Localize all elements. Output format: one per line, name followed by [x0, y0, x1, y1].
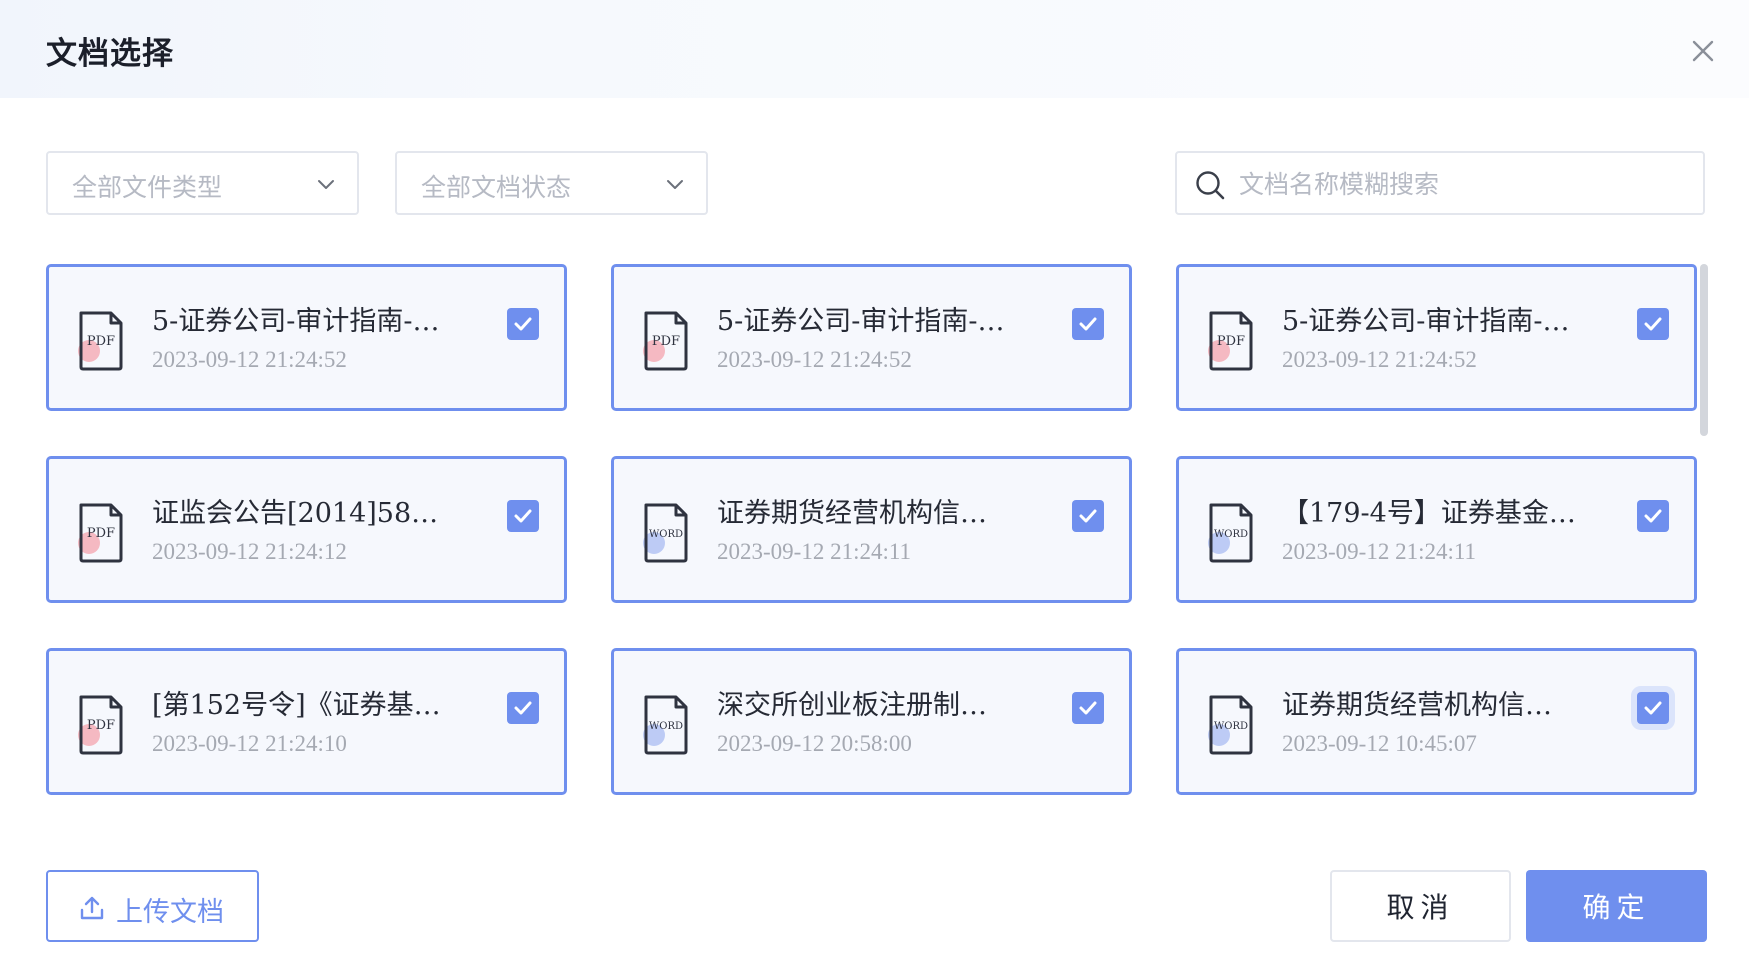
scrollbar-thumb[interactable]	[1700, 264, 1708, 436]
close-icon	[1692, 40, 1714, 62]
document-checkbox[interactable]	[1072, 692, 1104, 724]
cancel-button[interactable]: 取消	[1330, 870, 1511, 942]
upload-document-button[interactable]: 上传文档	[46, 870, 259, 942]
check-icon	[1079, 701, 1097, 715]
document-time: 2023-09-12 21:24:12	[152, 539, 347, 564]
document-name: 【179-4号】证券基金…	[1282, 498, 1576, 529]
check-icon	[1079, 317, 1097, 331]
dialog-title: 文档选择	[46, 36, 174, 72]
check-icon	[1644, 509, 1662, 523]
document-checkbox[interactable]	[1072, 500, 1104, 532]
document-name: 5-证券公司-审计指南-…	[1282, 306, 1570, 337]
document-card[interactable]: PDF [第152号令]《证券基… 2023-09-12 21:24:10	[46, 648, 567, 795]
check-icon	[514, 509, 532, 523]
upload-label: 上传文档	[116, 897, 224, 928]
pdf-file-icon: PDF	[1208, 311, 1253, 371]
document-card[interactable]: PDF 5-证券公司-审计指南-… 2023-09-12 21:24:52	[46, 264, 567, 411]
chevron-down-icon	[667, 180, 683, 189]
document-card[interactable]: PDF 证监会公告[2014]58号… 2023-09-12 21:24:12	[46, 456, 567, 603]
svg-text:PDF: PDF	[652, 334, 680, 349]
document-name: 证券期货经营机构信…	[1282, 690, 1552, 721]
svg-text:WORD: WORD	[1214, 721, 1248, 732]
pdf-file-icon: PDF	[643, 311, 688, 371]
document-card[interactable]: WORD 【179-4号】证券基金… 2023-09-12 21:24:11	[1176, 456, 1697, 603]
document-card[interactable]: WORD 深交所创业板注册制… 2023-09-12 20:58:00	[611, 648, 1132, 795]
document-time: 2023-09-12 21:24:52	[717, 347, 912, 372]
document-grid: PDF 5-证券公司-审计指南-… 2023-09-12 21:24:52 PDF 5-…	[46, 264, 1697, 796]
pdf-file-icon: PDF	[78, 503, 123, 563]
svg-text:PDF: PDF	[1217, 334, 1245, 349]
document-checkbox[interactable]	[507, 308, 539, 340]
file-type-placeholder: 全部文件类型	[72, 173, 223, 202]
document-card[interactable]: WORD 证券期货经营机构信… 2023-09-12 21:24:11	[611, 456, 1132, 603]
pdf-file-icon: PDF	[78, 311, 123, 371]
document-checkbox[interactable]	[1637, 500, 1669, 532]
chevron-down-icon	[318, 180, 334, 189]
document-card[interactable]: PDF 5-证券公司-审计指南-… 2023-09-12 21:24:52	[1176, 264, 1697, 411]
check-icon	[1644, 701, 1662, 715]
document-checkbox[interactable]	[507, 500, 539, 532]
search-box	[1175, 151, 1705, 215]
document-time: 2023-09-12 21:24:11	[717, 539, 911, 564]
svg-text:WORD: WORD	[649, 529, 683, 540]
document-card[interactable]: PDF 5-证券公司-审计指南-… 2023-09-12 21:24:52	[611, 264, 1132, 411]
document-checkbox[interactable]	[1637, 692, 1669, 724]
check-icon	[1644, 317, 1662, 331]
document-time: 2023-09-12 21:24:11	[1282, 539, 1476, 564]
confirm-button[interactable]: 确定	[1526, 870, 1707, 942]
document-checkbox[interactable]	[1072, 308, 1104, 340]
document-time: 2023-09-12 21:24:52	[1282, 347, 1477, 372]
svg-text:WORD: WORD	[1214, 529, 1248, 540]
document-name: 5-证券公司-审计指南-…	[717, 306, 1005, 337]
document-name: 证监会公告[2014]58号…	[152, 498, 462, 529]
document-checkbox[interactable]	[1637, 308, 1669, 340]
document-card[interactable]: WORD 证券期货经营机构信… 2023-09-12 10:45:07	[1176, 648, 1697, 795]
search-icon	[1196, 171, 1225, 200]
svg-text:PDF: PDF	[87, 718, 115, 733]
word-file-icon: WORD	[1208, 503, 1253, 563]
svg-text:PDF: PDF	[87, 334, 115, 349]
document-select-dialog: 文档选择 全部文件类型 全部文档状态 PDF 5-证券公司-审计指南-… 2023-…	[0, 0, 1749, 979]
document-name: 证券期货经营机构信…	[717, 498, 987, 529]
file-type-select[interactable]: 全部文件类型	[46, 151, 359, 215]
word-file-icon: WORD	[643, 503, 688, 563]
doc-status-select[interactable]: 全部文档状态	[395, 151, 708, 215]
document-time: 2023-09-12 10:45:07	[1282, 731, 1477, 756]
document-time: 2023-09-12 21:24:10	[152, 731, 347, 756]
word-file-icon: WORD	[643, 695, 688, 755]
check-icon	[514, 701, 532, 715]
dialog-header: 文档选择	[0, 0, 1749, 98]
doc-status-placeholder: 全部文档状态	[421, 173, 572, 202]
document-name: 5-证券公司-审计指南-…	[152, 306, 440, 337]
svg-text:WORD: WORD	[649, 721, 683, 732]
check-icon	[1079, 509, 1097, 523]
svg-text:PDF: PDF	[87, 526, 115, 541]
document-name: 深交所创业板注册制…	[717, 690, 987, 721]
pdf-file-icon: PDF	[78, 695, 123, 755]
search-input[interactable]	[1239, 161, 1689, 207]
word-file-icon: WORD	[1208, 695, 1253, 755]
document-time: 2023-09-12 20:58:00	[717, 731, 912, 756]
check-icon	[514, 317, 532, 331]
close-button[interactable]	[1686, 34, 1720, 68]
upload-icon	[80, 896, 104, 920]
document-name: [第152号令]《证券基…	[152, 690, 441, 721]
document-time: 2023-09-12 21:24:52	[152, 347, 347, 372]
document-checkbox[interactable]	[507, 692, 539, 724]
